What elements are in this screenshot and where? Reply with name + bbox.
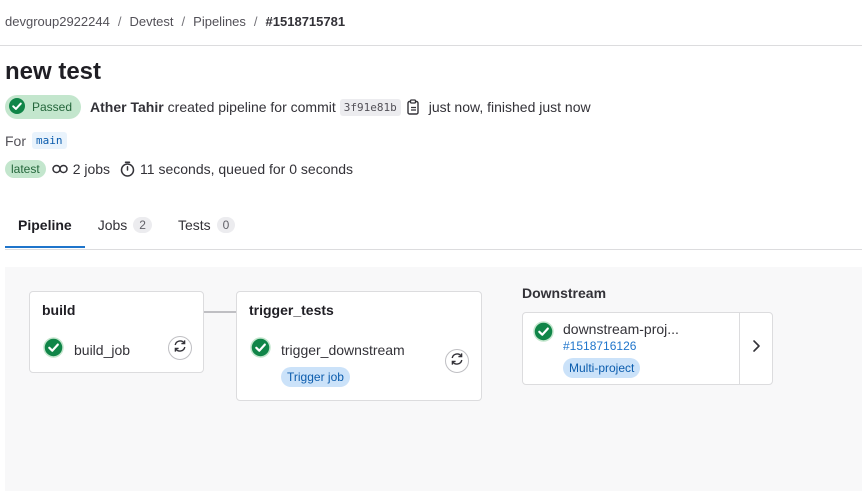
breadcrumb-separator: /: [117, 14, 122, 29]
pipeline-info-row: latest 2 jobs 11 seconds, queued for 0 s…: [5, 160, 363, 178]
job-name: trigger_downstream: [281, 342, 405, 358]
created-text: created pipeline for commit: [167, 99, 336, 115]
status-success-icon[interactable]: [533, 321, 554, 347]
pipeline-jobs-icon: [51, 163, 68, 175]
tabs-divider: [5, 249, 862, 250]
stage-connector: [204, 311, 236, 313]
job-trigger-downstream[interactable]: trigger_downstream: [250, 337, 405, 363]
stage-build: build build_job: [29, 291, 204, 373]
breadcrumb-group[interactable]: devgroup2922244: [5, 14, 110, 29]
breadcrumb: devgroup2922244 / Devtest / Pipelines / …: [5, 14, 345, 29]
breadcrumb-separator: /: [253, 14, 258, 29]
breadcrumb-project[interactable]: Devtest: [129, 14, 173, 29]
downstream-pipeline-card: downstream-proj... #1518716126 Multi-pro…: [522, 312, 773, 385]
breadcrumb-current-pipeline[interactable]: #1518715781: [266, 14, 346, 29]
tab-count-badge: 2: [133, 217, 152, 233]
tab-count-badge: 0: [216, 217, 236, 233]
page-title: new test: [5, 58, 102, 85]
status-success-icon: [43, 337, 64, 363]
tab-label: Pipeline: [18, 217, 72, 233]
pipeline-graph: build build_job trigger_tests trigger_do…: [5, 267, 862, 491]
commit-sha-link[interactable]: 3f91e81b: [339, 98, 401, 116]
finished-text: just now, finished just now: [428, 99, 591, 115]
timer-icon: [120, 161, 135, 177]
status-badge[interactable]: Passed: [5, 95, 82, 119]
job-build-job[interactable]: build_job: [43, 337, 130, 363]
author-link[interactable]: Ather Tahir: [90, 99, 164, 115]
status-label: Passed: [32, 100, 73, 114]
tab-tests[interactable]: Tests 0: [165, 205, 248, 245]
stage-trigger-tests: trigger_tests trigger_downstream Trigger…: [236, 291, 482, 401]
tab-label: Jobs: [97, 217, 128, 233]
trigger-job-badge: Trigger job: [281, 367, 350, 387]
tab-jobs[interactable]: Jobs 2: [85, 205, 165, 245]
stage-title: build: [42, 302, 76, 318]
for-label: For: [5, 132, 26, 149]
duration-text: 11 seconds, queued for 0 seconds: [140, 161, 354, 177]
copy-to-clipboard-icon[interactable]: [407, 99, 421, 115]
header-divider: [0, 45, 862, 46]
retry-button[interactable]: [168, 336, 192, 360]
stage-title: trigger_tests: [249, 302, 334, 318]
breadcrumb-separator: /: [181, 14, 186, 29]
breadcrumb-pipelines[interactable]: Pipelines: [193, 14, 246, 29]
downstream-project-name[interactable]: downstream-proj...: [563, 321, 679, 337]
retry-icon: [450, 352, 464, 371]
pipeline-meta-row: Passed Ather Tahir created pipeline for …: [5, 95, 591, 119]
multi-project-badge: Multi-project: [563, 358, 641, 378]
retry-icon: [173, 339, 187, 358]
downstream-pipeline-id[interactable]: #1518716126: [563, 339, 636, 353]
downstream-heading: Downstream: [522, 285, 607, 301]
tab-pipeline[interactable]: Pipeline: [5, 205, 85, 248]
pipeline-tabs: Pipeline Jobs 2 Tests 0: [5, 205, 248, 250]
jobs-count: 2 jobs: [72, 161, 111, 177]
job-name: build_job: [74, 342, 131, 358]
latest-badge: latest: [5, 160, 46, 178]
expand-downstream-button[interactable]: [739, 313, 772, 384]
branch-link[interactable]: main: [32, 132, 67, 149]
tab-label: Tests: [177, 217, 211, 233]
chevron-right-icon: [751, 339, 761, 358]
status-success-icon: [250, 337, 271, 363]
branch-row: For main: [5, 132, 67, 149]
retry-button[interactable]: [445, 349, 469, 373]
status-success-icon: [8, 97, 26, 118]
